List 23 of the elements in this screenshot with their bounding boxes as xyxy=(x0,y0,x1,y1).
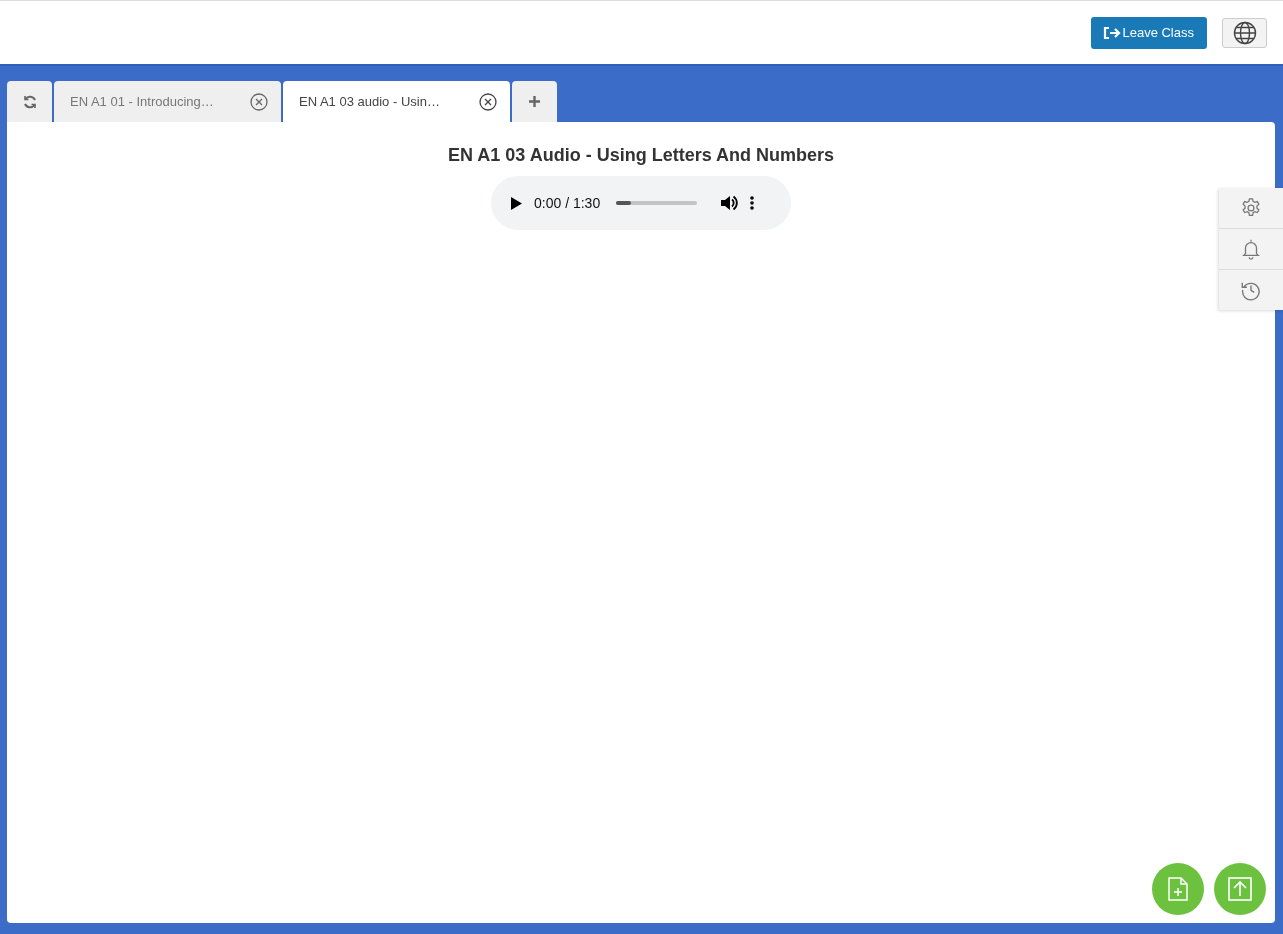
close-tab-icon[interactable] xyxy=(479,92,497,111)
audio-player[interactable]: 0:00 / 1:30 xyxy=(491,176,791,230)
file-plus-icon xyxy=(1168,877,1188,901)
more-options-icon[interactable] xyxy=(750,196,755,210)
add-tab-button[interactable] xyxy=(512,81,557,122)
audio-time: 0:00 / 1:30 xyxy=(534,195,601,211)
play-icon[interactable] xyxy=(511,196,522,210)
reload-tab[interactable] xyxy=(7,81,52,122)
exit-icon xyxy=(1103,25,1122,40)
document-tab[interactable]: EN A1 03 audio - Usin… xyxy=(283,81,510,122)
refresh-icon xyxy=(22,94,37,109)
language-button[interactable] xyxy=(1222,17,1267,48)
document-tab[interactable]: EN A1 01 - Introducing… xyxy=(54,81,281,122)
plus-icon xyxy=(528,95,541,108)
content-title: EN A1 03 Audio - Using Letters And Numbers xyxy=(447,145,835,166)
close-tab-icon[interactable] xyxy=(250,92,268,111)
audio-progress-bar[interactable] xyxy=(616,201,698,205)
volume-icon[interactable] xyxy=(721,195,739,211)
bell-icon xyxy=(1240,238,1262,260)
globe-icon xyxy=(1232,20,1257,45)
upload-icon xyxy=(1228,877,1252,901)
settings-icon xyxy=(1240,197,1262,219)
leave-class-button[interactable]: Leave Class xyxy=(1091,16,1207,49)
